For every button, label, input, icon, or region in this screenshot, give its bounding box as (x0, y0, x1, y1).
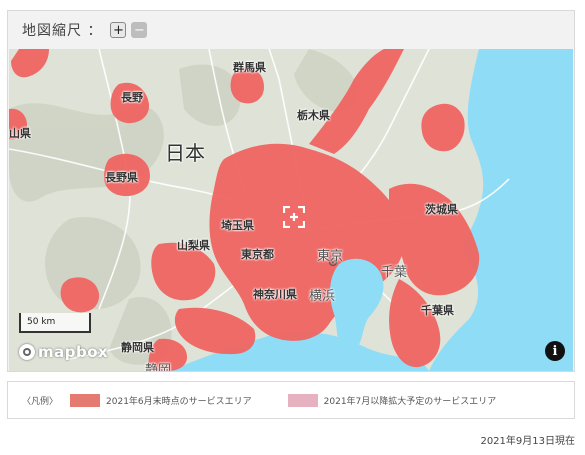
label-saitama: 埼玉県 (221, 219, 254, 232)
zoom-label: 地図縮尺 ： (22, 23, 103, 39)
zoom-in-button[interactable]: + (110, 22, 127, 38)
zoom-out-button[interactable]: − (131, 22, 148, 38)
label-nagano-pref: 長野県 (105, 171, 138, 184)
legend-item-current: 2021年6月末時点のサービスエリア (70, 393, 252, 407)
legend-item-planned: 2021年7月以降拡大予定のサービスエリア (287, 393, 497, 407)
label-shizuoka: 静岡県 (121, 341, 154, 354)
label-shizuoka-city: 静岡 (145, 363, 172, 371)
zoom-bar: 地図縮尺 ： + − (8, 11, 574, 49)
legend-swatch-current (70, 393, 101, 407)
label-nagano-city: 長野 (121, 91, 143, 104)
map-panel: 地図縮尺 ： + − 群馬県 長野 山県 長野県 栃木県 日本 埼玉県 茨城県 … (7, 10, 575, 372)
legend-label-planned: 2021年7月以降拡大予定のサービスエリア (323, 396, 497, 407)
label-chiba-city: 千葉 (381, 265, 408, 280)
label-yamanashi: 山梨県 (177, 239, 210, 252)
label-ibaraki: 茨城県 (425, 203, 458, 216)
scale-bar: 50 km (19, 313, 91, 333)
date-note: 2021年9月13日現在 (480, 436, 575, 447)
legend-swatch-planned (287, 393, 318, 407)
label-gunma: 群馬県 (233, 61, 266, 74)
legend-title: 〈凡例〉 (22, 396, 59, 407)
coverage-map[interactable]: 群馬県 長野 山県 長野県 栃木県 日本 埼玉県 茨城県 山梨県 東京都 東京 … (9, 49, 573, 371)
legend: 〈凡例〉 2021年6月末時点のサービスエリア 2021年7月以降拡大予定のサー… (7, 381, 575, 419)
label-japan: 日本 (165, 141, 205, 165)
label-yama: 山県 (9, 127, 31, 140)
current-location-icon (283, 206, 305, 228)
info-button[interactable]: i (545, 341, 565, 361)
label-chiba-pref: 千葉県 (421, 304, 454, 317)
label-tokyo-to: 東京都 (241, 248, 274, 261)
legend-label-current: 2021年6月末時点のサービスエリア (106, 396, 252, 407)
label-tochigi: 栃木県 (297, 109, 330, 122)
label-tokyo: 東京 (317, 249, 344, 264)
mapbox-wordmark: mapbox (38, 343, 109, 361)
mapbox-icon (19, 344, 35, 360)
label-kanagawa: 神奈川県 (253, 288, 297, 301)
scale-label: 50 km (27, 317, 56, 327)
label-yokohama: 横浜 (309, 289, 336, 304)
mapbox-logo[interactable]: mapbox (19, 343, 108, 361)
